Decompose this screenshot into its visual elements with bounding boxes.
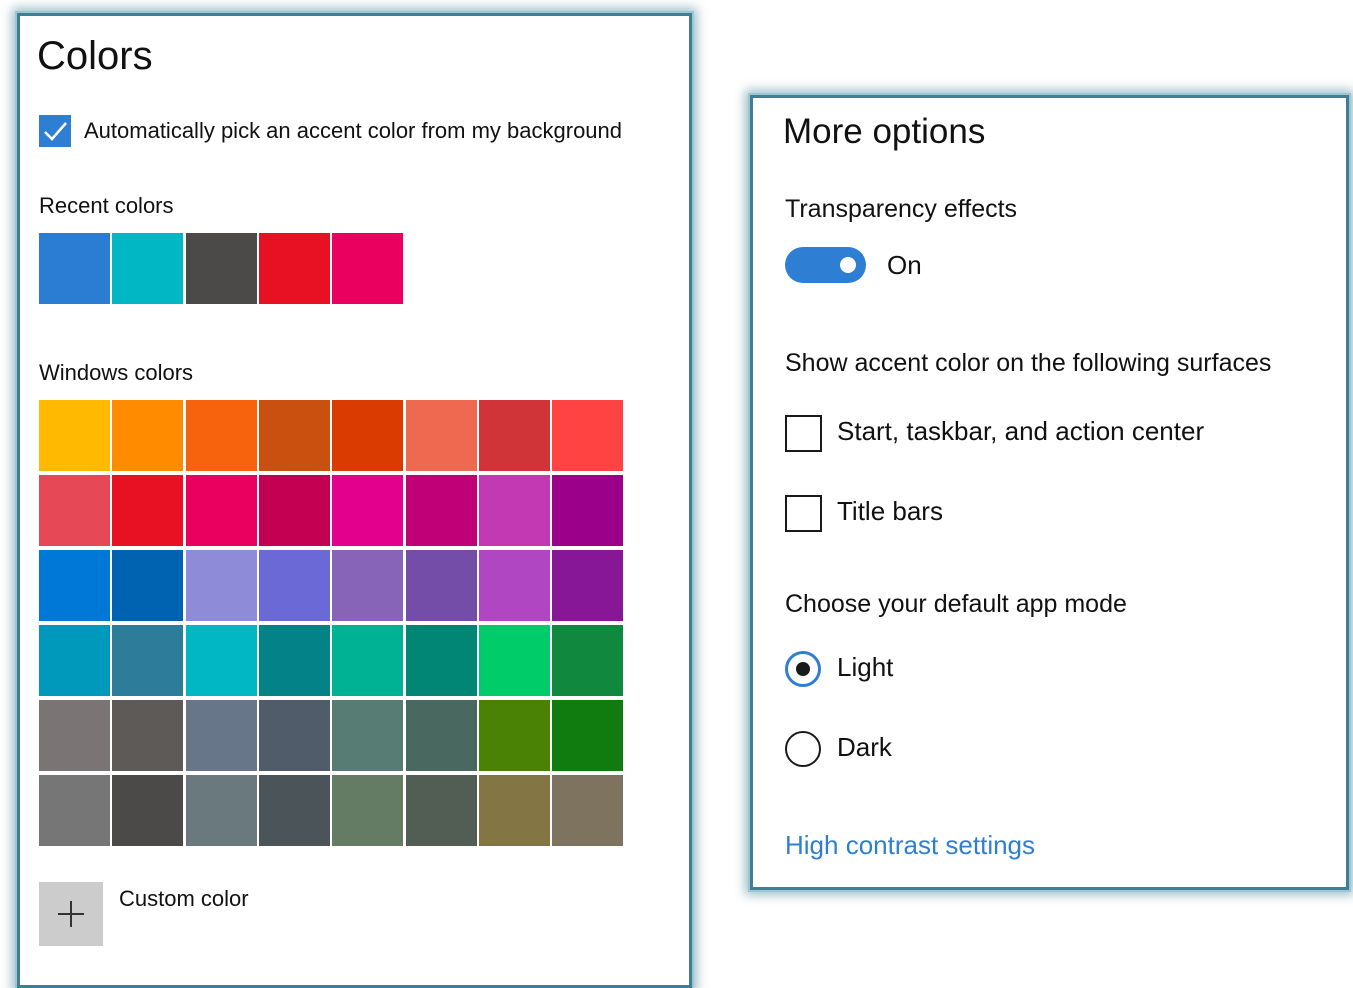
windows-color-swatch[interactable] — [552, 475, 624, 546]
custom-color-label[interactable]: Custom color — [119, 886, 249, 912]
checkmark-icon — [44, 122, 67, 141]
windows-color-swatch[interactable] — [552, 625, 624, 696]
windows-color-swatch[interactable] — [258, 550, 330, 621]
start-taskbar-checkbox[interactable] — [785, 415, 822, 452]
auto-pick-label: Automatically pick an accent color from … — [84, 118, 623, 143]
windows-color-swatch[interactable] — [185, 700, 257, 771]
more-options-panel: More options Transparency effects On Sho… — [750, 95, 1349, 890]
windows-color-swatch[interactable] — [39, 400, 110, 471]
windows-color-swatch[interactable] — [405, 625, 477, 696]
windows-color-swatch[interactable] — [39, 775, 110, 846]
windows-color-swatch[interactable] — [332, 400, 404, 471]
transparency-toggle[interactable] — [785, 247, 866, 283]
windows-color-swatch[interactable] — [258, 400, 330, 471]
colors-title: Colors — [37, 34, 153, 78]
transparency-state: On — [887, 250, 922, 280]
recent-color-swatch[interactable] — [258, 233, 330, 304]
windows-color-swatch[interactable] — [405, 400, 477, 471]
windows-color-swatch[interactable] — [332, 475, 404, 546]
accent-surfaces-heading: Show accent color on the following surfa… — [785, 349, 1272, 377]
windows-color-swatch[interactable] — [478, 700, 550, 771]
recent-color-swatch[interactable] — [39, 233, 110, 304]
windows-color-swatch[interactable] — [552, 775, 624, 846]
windows-color-swatch[interactable] — [478, 550, 550, 621]
windows-color-swatch[interactable] — [332, 700, 404, 771]
dark-mode-label: Dark — [837, 732, 892, 762]
windows-color-swatch[interactable] — [112, 625, 184, 696]
windows-color-swatch[interactable] — [552, 550, 624, 621]
windows-color-swatch[interactable] — [478, 625, 550, 696]
windows-color-swatch[interactable] — [332, 550, 404, 621]
windows-color-swatch[interactable] — [258, 775, 330, 846]
windows-color-swatch[interactable] — [39, 700, 110, 771]
recent-color-swatch[interactable] — [185, 233, 257, 304]
windows-color-swatch[interactable] — [112, 400, 184, 471]
windows-color-swatch[interactable] — [185, 625, 257, 696]
radio-selected-dot — [796, 662, 810, 676]
plus-icon — [58, 901, 84, 927]
light-mode-label: Light — [837, 652, 894, 682]
dark-mode-radio[interactable] — [785, 731, 821, 767]
recent-color-swatch[interactable] — [332, 233, 404, 304]
windows-color-swatch[interactable] — [185, 775, 257, 846]
more-options-title: More options — [783, 112, 986, 151]
windows-color-swatch[interactable] — [258, 700, 330, 771]
light-mode-radio[interactable] — [785, 651, 821, 687]
windows-color-swatch[interactable] — [552, 700, 624, 771]
windows-color-swatch[interactable] — [185, 475, 257, 546]
toggle-knob — [840, 257, 856, 273]
windows-color-swatch[interactable] — [258, 475, 330, 546]
windows-color-swatch[interactable] — [405, 550, 477, 621]
auto-pick-checkbox[interactable] — [39, 115, 71, 147]
title-bars-checkbox[interactable] — [785, 495, 822, 532]
windows-color-swatch[interactable] — [112, 700, 184, 771]
windows-color-swatch[interactable] — [405, 775, 477, 846]
windows-color-swatch[interactable] — [39, 625, 110, 696]
high-contrast-link[interactable]: High contrast settings — [785, 830, 1035, 861]
app-mode-heading: Choose your default app mode — [785, 590, 1127, 618]
windows-color-swatch[interactable] — [332, 775, 404, 846]
colors-panel: Colors Automatically pick an accent colo… — [17, 13, 692, 988]
windows-color-swatch[interactable] — [112, 475, 184, 546]
recent-color-swatch[interactable] — [112, 233, 184, 304]
windows-color-swatch[interactable] — [39, 475, 110, 546]
windows-color-swatch[interactable] — [185, 550, 257, 621]
windows-color-swatch[interactable] — [258, 625, 330, 696]
windows-color-swatch[interactable] — [112, 775, 184, 846]
windows-color-swatch[interactable] — [112, 550, 184, 621]
recent-colors-heading: Recent colors — [39, 193, 174, 218]
windows-color-swatch[interactable] — [552, 400, 624, 471]
title-bars-label: Title bars — [837, 496, 943, 526]
windows-color-swatch[interactable] — [332, 625, 404, 696]
windows-color-swatch[interactable] — [405, 475, 477, 546]
windows-color-swatch[interactable] — [478, 775, 550, 846]
windows-colors-heading: Windows colors — [39, 360, 194, 385]
transparency-label: Transparency effects — [785, 195, 1018, 223]
windows-color-swatch[interactable] — [185, 400, 257, 471]
windows-color-swatch[interactable] — [478, 400, 550, 471]
windows-color-swatch[interactable] — [39, 550, 110, 621]
custom-color-button[interactable] — [39, 882, 103, 946]
windows-color-swatch[interactable] — [405, 700, 477, 771]
start-taskbar-label: Start, taskbar, and action center — [837, 416, 1205, 446]
windows-color-swatch[interactable] — [478, 475, 550, 546]
